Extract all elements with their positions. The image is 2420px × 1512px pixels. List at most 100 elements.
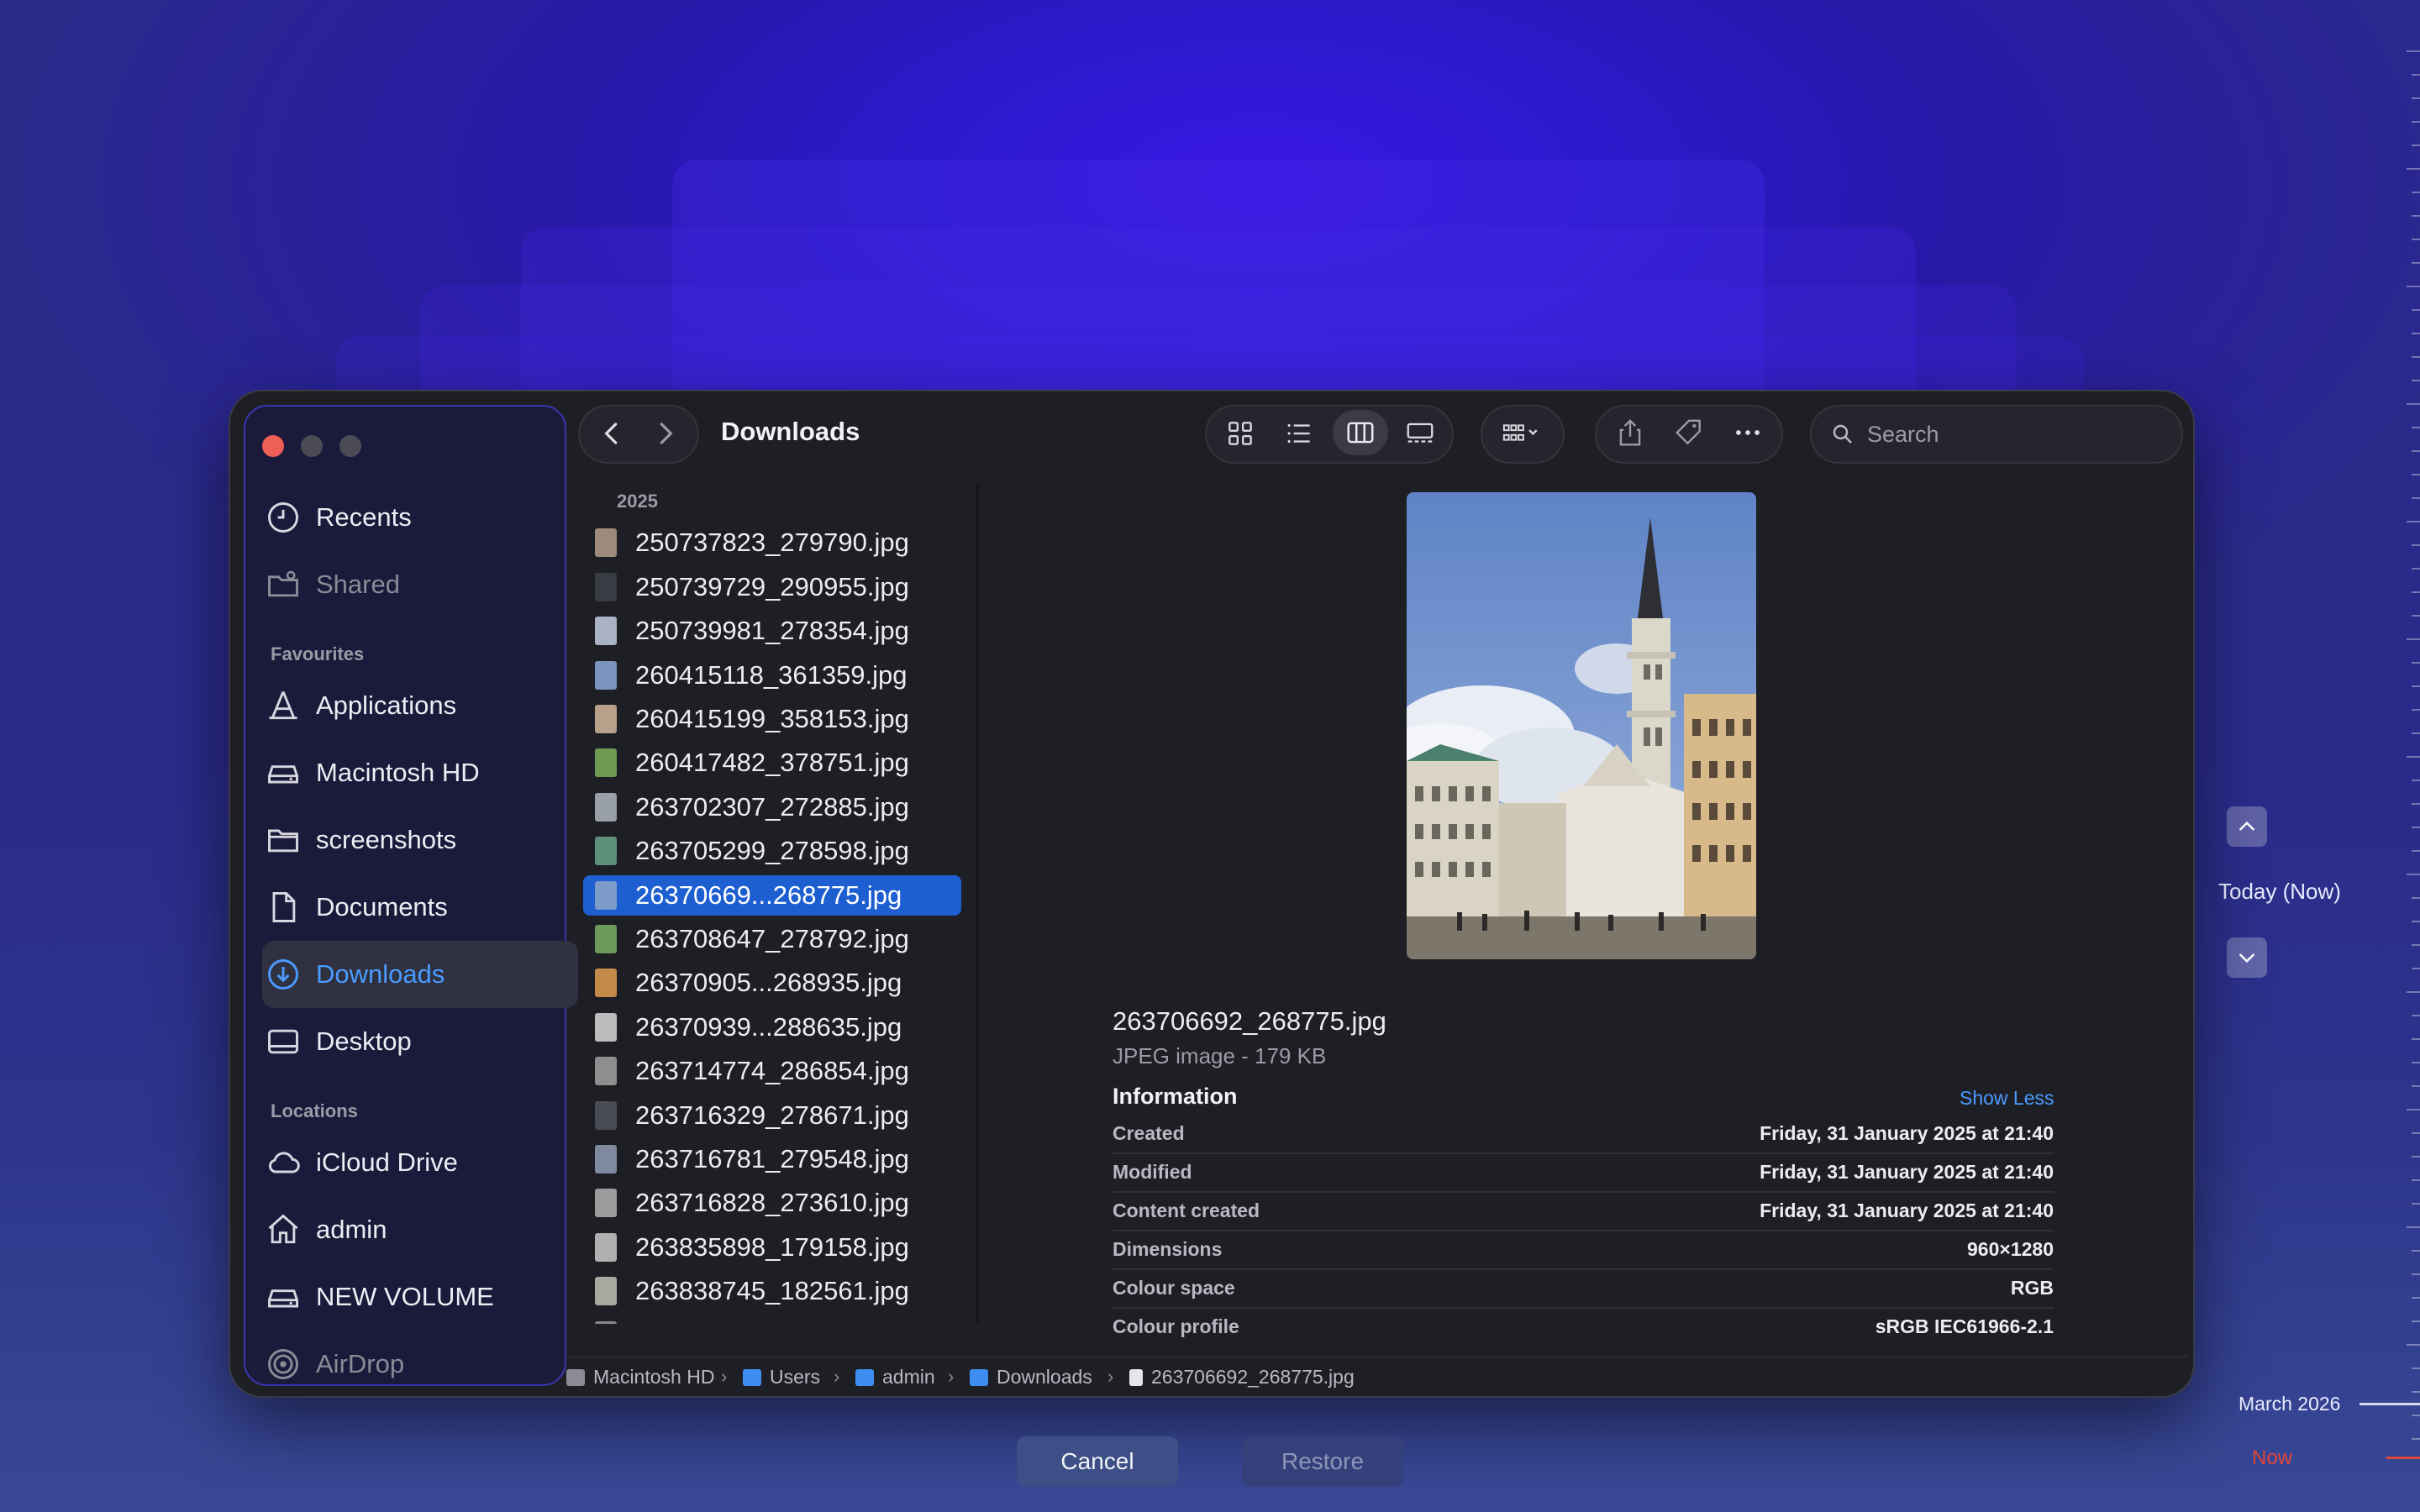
sidebar-item-label: Macintosh HD	[316, 758, 480, 787]
file-name: 26370939...288635.jpg	[635, 1011, 902, 1042]
timeline-tick	[2412, 1085, 2420, 1087]
share-icon	[1619, 419, 1641, 446]
minimize-window-button[interactable]	[301, 435, 323, 457]
column-view-button[interactable]	[1333, 410, 1388, 455]
back-button[interactable]	[588, 410, 635, 457]
file-row[interactable]: 26370669...268775.jpg	[583, 874, 961, 916]
timeline-down-button[interactable]	[2227, 937, 2267, 978]
path-segment-admin[interactable]: admin	[855, 1366, 935, 1389]
info-key: Colour space	[1113, 1277, 1235, 1299]
file-row[interactable]: 250737823_279790.jpg	[583, 522, 961, 563]
sidebar-item-downloads[interactable]: Downloads	[262, 941, 578, 1008]
forward-button[interactable]	[642, 410, 689, 457]
path-segment-macintosh-hd[interactable]: Macintosh HD	[566, 1366, 714, 1389]
timeline-tick	[2412, 827, 2420, 828]
sidebar-item-label: Desktop	[316, 1026, 412, 1056]
timeline-tick	[2412, 1203, 2420, 1205]
search-field[interactable]: Search	[1810, 405, 2183, 464]
gallery-view-button[interactable]	[1395, 412, 1445, 455]
file-row[interactable]: 263838745_182561.jpg	[583, 1271, 961, 1311]
timeline-tick	[2412, 192, 2420, 193]
file-name: 263705299_278598.jpg	[635, 836, 909, 866]
icon-view-button[interactable]	[1215, 412, 1265, 455]
sidebar-item-new-volume[interactable]: NEW VOLUME	[245, 1263, 561, 1331]
cancel-button[interactable]: Cancel	[1017, 1436, 1178, 1487]
sidebar-item-desktop[interactable]: Desktop	[245, 1008, 561, 1075]
restore-button[interactable]: Restore	[1242, 1436, 1403, 1487]
timeline-tick	[2412, 121, 2420, 123]
file-row[interactable]: 263835898_179158.jpg	[583, 1227, 961, 1268]
info-row-dimensions: Dimensions 960×1280	[1113, 1230, 2054, 1270]
file-row[interactable]: 263716781_279548.jpg	[583, 1139, 961, 1179]
file-name: 263835898_179158.jpg	[635, 1231, 909, 1262]
close-window-button[interactable]	[262, 435, 284, 457]
file-name: 263702307_272885.jpg	[635, 791, 909, 822]
timeline-tick	[2412, 662, 2420, 664]
shared-folder-icon	[262, 564, 304, 606]
sidebar-item-macintosh-hd[interactable]: Macintosh HD	[245, 739, 561, 806]
image-thumbnail-icon	[595, 1100, 617, 1130]
image-thumbnail-icon	[595, 1232, 617, 1262]
share-button[interactable]	[1605, 410, 1655, 455]
file-row[interactable]: 250739729_290955.jpg	[583, 567, 961, 607]
path-segment-label: 263706692_268775.jpg	[1151, 1366, 1355, 1388]
zoom-window-button[interactable]	[339, 435, 361, 457]
gallery-icon	[1407, 423, 1434, 443]
file-row[interactable]: 263716329_278671.jpg	[583, 1095, 961, 1136]
file-row[interactable]: 26370905...268935.jpg	[583, 963, 961, 1003]
sidebar-item-documents[interactable]: Documents	[245, 874, 561, 941]
timeline-ruler[interactable]	[2403, 50, 2420, 1478]
list-view-button[interactable]	[1274, 412, 1324, 455]
timeline-now-label[interactable]: Now	[2252, 1446, 2292, 1470]
timeline-tick	[2412, 897, 2420, 899]
group-by-button[interactable]	[1487, 410, 1555, 455]
file-row[interactable]: 260417482_378751.jpg	[583, 743, 961, 783]
sidebar-item-shared[interactable]: Shared	[245, 551, 561, 618]
file-row[interactable]: 250739981_278354.jpg	[583, 611, 961, 651]
file-row[interactable]: 263714774_286854.jpg	[583, 1051, 961, 1091]
show-less-link[interactable]: Show Less	[1960, 1087, 2054, 1110]
sidebar: Recents Shared Favourites Applications M…	[244, 405, 578, 1386]
timeline-up-button[interactable]	[2227, 806, 2267, 847]
home-icon	[262, 1209, 304, 1251]
file-name: 263716781_279548.jpg	[635, 1144, 909, 1173]
file-column[interactable]: 2025 2025-01-3...4.01.28.jpg250737823_27…	[566, 484, 979, 1324]
tag-button[interactable]	[1664, 410, 1714, 455]
info-value: Friday, 31 January 2025 at 21:40	[1760, 1122, 2054, 1144]
sidebar-item-label: NEW VOLUME	[316, 1282, 494, 1311]
timeline-tick	[2407, 521, 2420, 522]
more-button[interactable]	[1723, 410, 1773, 455]
timeline-tick	[2412, 685, 2420, 687]
file-row[interactable]: 263705299_278598.jpg	[583, 831, 961, 871]
sidebar-item-applications[interactable]: Applications	[245, 672, 561, 739]
file-row[interactable]: 263708647_278792.jpg	[583, 919, 961, 959]
file-name: 250739981_278354.jpg	[635, 616, 909, 646]
timeline-tick	[2412, 450, 2420, 452]
drive-icon	[262, 1276, 304, 1318]
timeline-tick	[2412, 262, 2420, 264]
sidebar-item-admin[interactable]: admin	[245, 1196, 561, 1263]
chevron-right-icon: ›	[721, 1366, 728, 1387]
timeline-tick	[2412, 803, 2420, 805]
group-heading-label: 2025	[617, 491, 658, 512]
sidebar-item-label: Documents	[316, 892, 448, 921]
file-row[interactable]: 263716828_273610.jpg	[583, 1183, 961, 1223]
file-row[interactable]: 260415118_361359.jpg	[583, 655, 961, 696]
path-segment-file[interactable]: 263706692_268775.jpg	[1129, 1366, 1355, 1389]
path-segment-downloads[interactable]: Downloads	[970, 1366, 1092, 1389]
path-segment-label: Users	[770, 1366, 821, 1388]
sidebar-item-recents[interactable]: Recents	[245, 484, 561, 551]
timeline-tick	[2407, 991, 2420, 993]
window-title: Downloads	[721, 417, 860, 446]
timeline-tick	[2412, 1273, 2420, 1275]
file-row[interactable]: 263903720_190290.jpg	[583, 1315, 961, 1324]
path-segment-users[interactable]: Users	[743, 1366, 820, 1389]
file-row[interactable]: 263702307_272885.jpg	[583, 787, 961, 827]
sidebar-item-icloud-drive[interactable]: iCloud Drive	[245, 1129, 561, 1196]
sidebar-item-screenshots[interactable]: screenshots	[245, 806, 561, 874]
sidebar-item-airdrop[interactable]: AirDrop	[245, 1331, 561, 1396]
file-row[interactable]: 26370939...288635.jpg	[583, 1007, 961, 1047]
timeline-tick	[2412, 1391, 2420, 1393]
timeline-month-label[interactable]: March 2026	[2238, 1393, 2340, 1415]
file-row[interactable]: 260415199_358153.jpg	[583, 699, 961, 739]
